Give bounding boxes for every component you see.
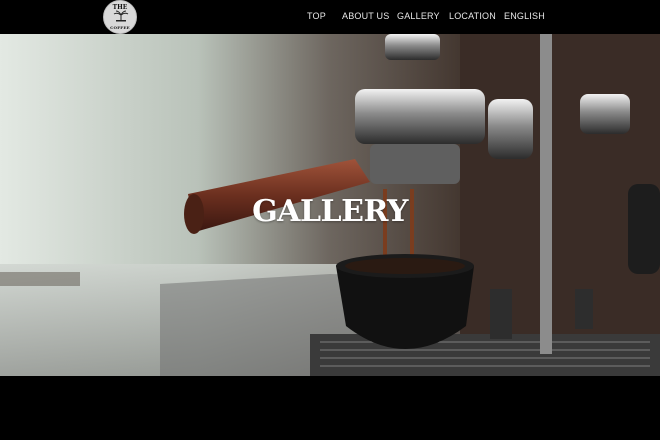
hero-banner: GALLERY — [0, 34, 660, 376]
nav-item-english[interactable]: ENGLISH — [504, 11, 545, 21]
main-nav: TOP ABOUT US GALLERY LOCATION ENGLISH — [0, 0, 660, 34]
top-navigation-bar: THE COFFEE TOP ABOUT US GALLERY LOCATION… — [0, 0, 660, 34]
nav-item-location[interactable]: LOCATION — [449, 11, 496, 21]
nav-item-about-us[interactable]: ABOUT US — [342, 11, 389, 21]
page-bottom-area — [0, 376, 660, 440]
nav-item-top[interactable]: TOP — [307, 11, 326, 21]
nav-item-gallery[interactable]: GALLERY — [397, 11, 440, 21]
page-title: GALLERY — [252, 194, 408, 229]
